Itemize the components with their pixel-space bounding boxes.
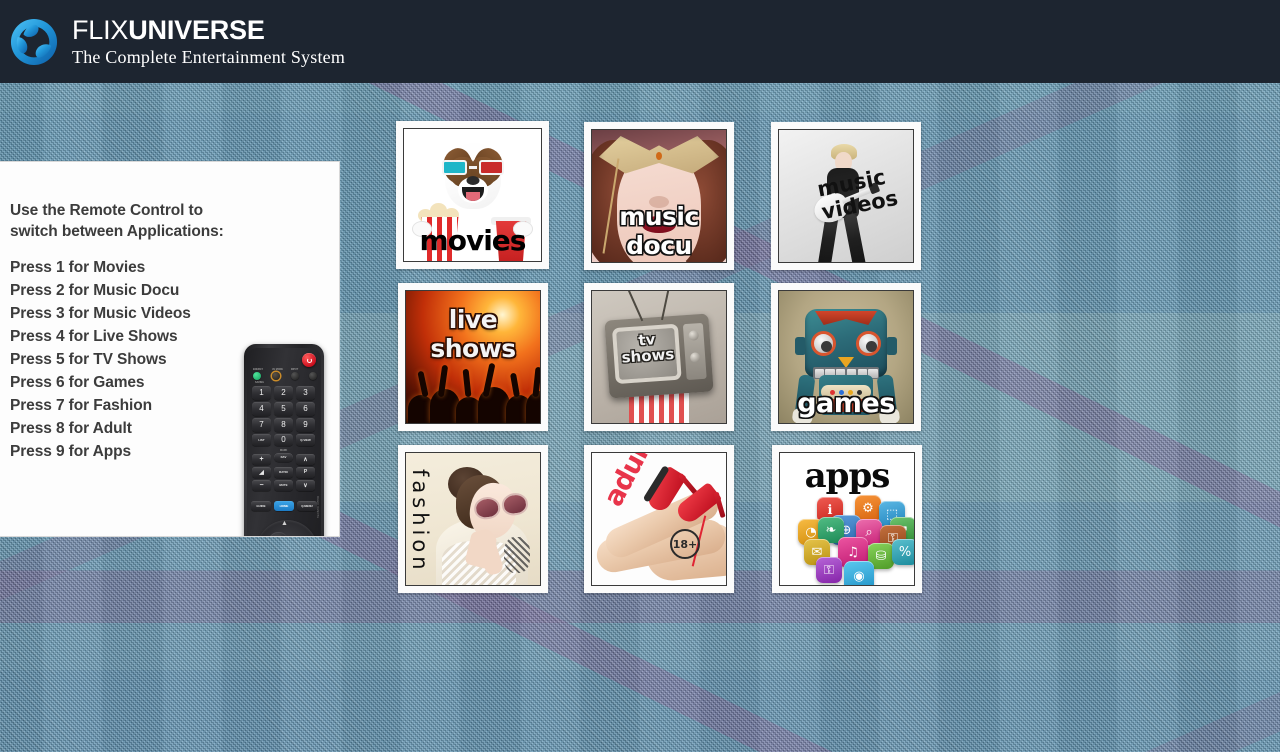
tile-music-docu-frame: music docu xyxy=(591,129,727,263)
tile-adult[interactable]: 18+ adult xyxy=(584,445,734,593)
remote-key-8[interactable]: 8 xyxy=(274,418,293,432)
remote-note-saving: SAVING xyxy=(255,381,264,384)
remote-key-4[interactable]: 4 xyxy=(252,402,271,416)
brand-name: FLIXUNIVERSE xyxy=(72,14,345,45)
remote-ratio-button[interactable]: RATIO xyxy=(274,467,293,478)
remote-key-5[interactable]: 5 xyxy=(274,402,293,416)
remote-key-6[interactable]: 6 xyxy=(296,402,315,416)
remote-power-button[interactable] xyxy=(302,353,316,367)
tile-movies-frame: movies xyxy=(403,128,542,262)
remote-key-2[interactable]: 2 xyxy=(274,386,293,400)
remote-key-0[interactable]: 0 xyxy=(274,434,293,446)
tile-live-shows[interactable]: live shows xyxy=(398,283,548,431)
instruction-list: Press 1 for Movies Press 2 for Music Doc… xyxy=(10,256,240,463)
tile-apps-hotspot[interactable] xyxy=(780,453,914,585)
tile-games-hotspot[interactable] xyxy=(779,291,913,423)
remote-note-input: INPUT xyxy=(291,368,299,371)
tile-music-videos-frame: music videos xyxy=(778,129,914,263)
remote-key-3[interactable]: 3 xyxy=(296,386,315,400)
remote-note-avmode: AV MODE xyxy=(272,368,283,371)
instruction-line: Press 8 for Adult xyxy=(10,420,132,437)
instruction-line: Press 9 for Apps xyxy=(10,443,132,460)
instruction-line: Press 3 for Music Videos xyxy=(10,305,191,322)
brand-tagline: The Complete Entertainment System xyxy=(72,46,346,67)
remote-key-1[interactable]: 1 xyxy=(252,386,271,400)
remote-note-energy: ENERGY xyxy=(253,368,264,371)
dpad-up-icon[interactable]: ▲ xyxy=(281,520,288,527)
remote-tv-button[interactable] xyxy=(309,372,317,380)
tile-games-frame: games xyxy=(778,290,914,424)
remote-home-button[interactable]: HOME xyxy=(274,501,294,511)
application-tile-grid: movies music docu music videos live show… xyxy=(396,121,926,599)
instruction-line: Press 1 for Movies xyxy=(10,259,146,276)
remote-qmenu-button[interactable]: Q.MENU xyxy=(297,501,317,511)
instruction-line: Press 6 for Games xyxy=(10,374,145,391)
tile-music-videos-hotspot[interactable] xyxy=(779,130,913,262)
remote-face: ENERGY AV MODE INPUT SAVING 1 2 3 4 5 6 … xyxy=(247,348,321,536)
tile-tv-shows[interactable]: tv shows xyxy=(584,283,734,431)
tile-adult-frame: 18+ adult xyxy=(591,452,727,586)
remote-volume-icon-button[interactable]: ◢ xyxy=(252,467,271,478)
tile-movies-hotspot[interactable] xyxy=(404,129,541,261)
remote-guide-button[interactable]: GUIDE xyxy=(251,501,271,511)
tile-apps-frame: apps ℹ ⚙ ⬚ ⊕ ↗ ◔ ❧ ⌕ ⚿ ✉ ♫ ⛁ % ⚿ ◉ xyxy=(779,452,915,586)
tile-tv-shows-hotspot[interactable] xyxy=(592,291,726,423)
remote-avmode-button[interactable] xyxy=(272,372,280,380)
aperture-swirl-icon xyxy=(10,18,58,65)
remote-control-image: ENERGY AV MODE INPUT SAVING 1 2 3 4 5 6 … xyxy=(244,344,324,536)
tile-live-shows-hotspot[interactable] xyxy=(406,291,540,423)
instruction-line: Press 5 for TV Shows xyxy=(10,351,167,368)
tile-tv-shows-frame: tv shows xyxy=(591,290,727,424)
remote-channel-up-button[interactable]: ∧ xyxy=(296,454,315,465)
remote-note-mark: MARK xyxy=(280,449,288,452)
tile-live-shows-frame: live shows xyxy=(405,290,541,424)
power-icon xyxy=(306,357,312,363)
instruction-line: Press 7 for Fashion xyxy=(10,397,152,414)
remote-channel-down-button[interactable]: ∨ xyxy=(296,480,315,491)
tile-music-docu-hotspot[interactable] xyxy=(592,130,726,262)
site-header: FLIXUNIVERSE The Complete Entertainment … xyxy=(0,0,1280,83)
remote-list-button[interactable]: LIST xyxy=(252,434,271,446)
brand-name-first: FLIX xyxy=(72,14,129,45)
tile-music-videos[interactable]: music videos xyxy=(771,122,921,270)
remote-key-7[interactable]: 7 xyxy=(252,418,271,432)
remote-volume-up-button[interactable]: + xyxy=(252,454,271,465)
tile-fashion-hotspot[interactable] xyxy=(406,453,540,585)
remote-mute-button[interactable]: MUTE xyxy=(274,480,293,491)
instruction-line: Press 2 for Music Docu xyxy=(10,282,180,299)
tile-fashion[interactable]: fashion xyxy=(398,445,548,593)
remote-input-button[interactable] xyxy=(291,372,299,380)
tile-apps[interactable]: apps ℹ ⚙ ⬚ ⊕ ↗ ◔ ❧ ⌕ ⚿ ✉ ♫ ⛁ % ⚿ ◉ xyxy=(772,445,922,593)
instruction-panel: Use the Remote Control to switch between… xyxy=(0,161,340,537)
instruction-line: Press 4 for Live Shows xyxy=(10,328,178,345)
remote-qview-button[interactable]: Q.VIEW xyxy=(296,434,315,446)
tile-adult-hotspot[interactable] xyxy=(592,453,726,585)
tile-fashion-frame: fashion xyxy=(405,452,541,586)
remote-volume-down-button[interactable]: − xyxy=(252,480,271,491)
remote-channel-label[interactable]: P xyxy=(296,467,315,478)
brand-name-second: UNIVERSE xyxy=(128,14,265,45)
remote-key-9[interactable]: 9 xyxy=(296,418,315,432)
tile-music-docu[interactable]: music docu xyxy=(584,122,734,270)
remote-fav-button[interactable]: FAV xyxy=(274,453,293,462)
instruction-title: Use the Remote Control to switch between… xyxy=(10,202,224,240)
brand[interactable]: FLIXUNIVERSE The Complete Entertainment … xyxy=(0,14,346,67)
brand-text: FLIXUNIVERSE The Complete Entertainment … xyxy=(72,14,346,67)
tile-games[interactable]: games xyxy=(771,283,921,431)
tile-movies[interactable]: movies xyxy=(396,121,549,269)
remote-energy-saving-button[interactable] xyxy=(253,372,261,380)
